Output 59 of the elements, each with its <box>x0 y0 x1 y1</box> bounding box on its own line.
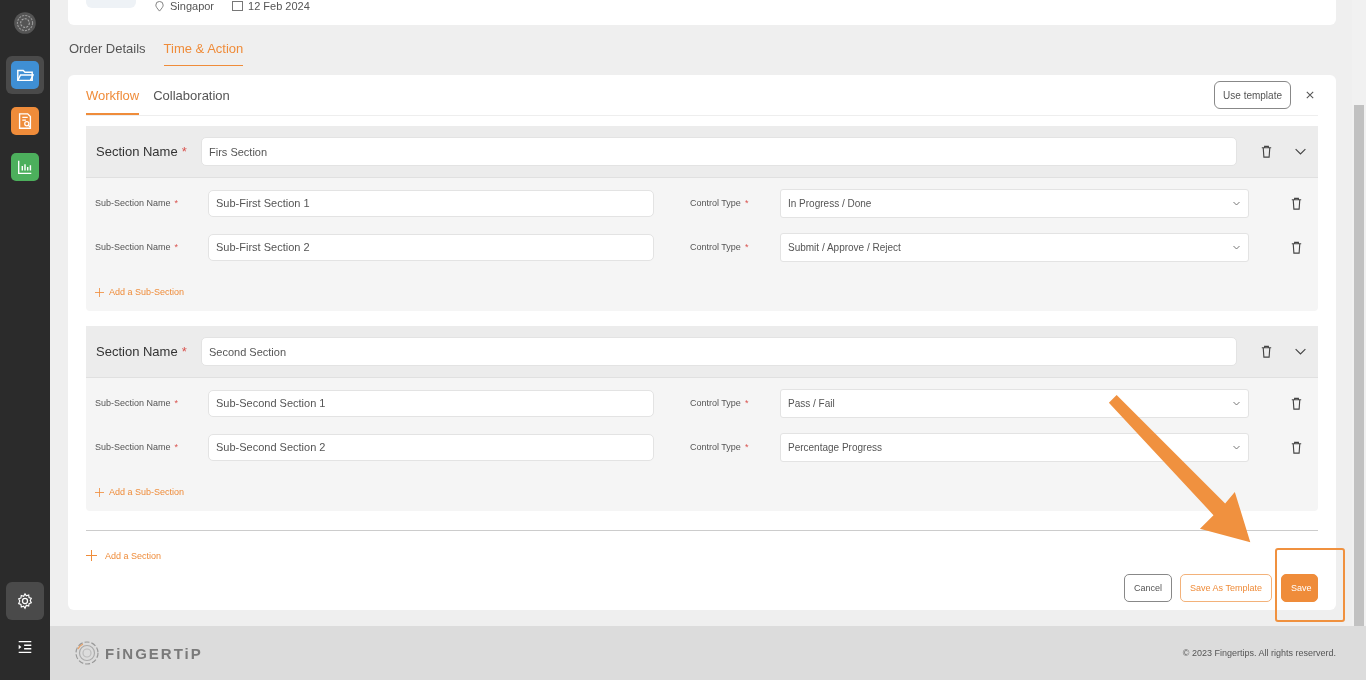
required-mark: * <box>744 398 749 409</box>
control-type-dropdown[interactable]: In Progress / Done <box>780 188 1249 218</box>
sub-section-name-field[interactable]: Sub-First Section 2 <box>208 233 654 261</box>
required-mark: * <box>174 198 179 209</box>
menu-icon <box>16 638 34 656</box>
section-name-field[interactable]: Firs Section <box>201 137 1237 167</box>
required-mark: * <box>174 398 179 409</box>
brand-name: FiNGERTiP <box>105 644 203 662</box>
sidebar-item[interactable] <box>6 56 44 94</box>
trash-icon[interactable] <box>1259 144 1274 160</box>
plus-icon <box>95 487 104 497</box>
control-type-dropdown[interactable]: Pass / Fail <box>780 388 1249 418</box>
settings-icon <box>16 592 34 610</box>
sidebar-item[interactable] <box>6 582 44 620</box>
control-type-dropdown[interactable]: Percentage Progress <box>780 432 1249 462</box>
required-mark: * <box>174 242 179 253</box>
scrollbar-thumb[interactable] <box>1354 105 1364 626</box>
trash-icon[interactable] <box>1289 439 1304 455</box>
sub-section-name-field[interactable]: Sub-First Section 1 <box>208 189 654 217</box>
copyright-text: © 2023 Fingertips. All rights reserverd. <box>1182 648 1336 658</box>
close-icon[interactable] <box>1306 91 1314 100</box>
required-mark: * <box>181 144 187 160</box>
bar-chart-icon <box>16 158 34 176</box>
trash-icon[interactable] <box>1289 395 1304 411</box>
fingerprint-logo-icon <box>75 641 99 665</box>
plus-icon <box>95 287 104 297</box>
section-name-label: Section Name <box>96 344 178 360</box>
control-type-label: Control Type <box>690 198 741 209</box>
control-type-label: Control Type <box>690 398 741 409</box>
document-search-icon <box>16 112 34 130</box>
section-name-label: Section Name <box>96 144 178 160</box>
workflow-tab[interactable]: Collaboration <box>153 88 230 116</box>
control-type-dropdown[interactable]: Submit / Approve / Reject <box>780 232 1249 262</box>
calendar-icon <box>232 1 244 11</box>
fingerprint-logo-icon <box>12 10 38 36</box>
required-mark: * <box>181 344 187 360</box>
control-type-label: Control Type <box>690 242 741 253</box>
location-text: Singapor <box>170 0 215 12</box>
page-tab[interactable]: Order Details <box>69 41 146 65</box>
required-mark: * <box>744 242 749 253</box>
section-name-field[interactable]: Second Section <box>201 337 1237 367</box>
required-mark: * <box>744 442 749 453</box>
date-text: 12 Feb 2024 <box>248 0 310 12</box>
sub-section-name-label: Sub-Section Name <box>95 398 171 409</box>
use-template-button[interactable]: Use template <box>1214 81 1291 110</box>
trash-icon[interactable] <box>1259 344 1274 360</box>
location-pin-icon <box>154 0 165 12</box>
required-mark: * <box>174 442 179 453</box>
trash-icon[interactable] <box>1289 195 1304 211</box>
sub-section-name-label: Sub-Section Name <box>95 442 171 453</box>
sub-section-name-field[interactable]: Sub-Second Section 1 <box>208 389 654 417</box>
cancel-button[interactable]: Cancel <box>1124 574 1172 602</box>
sub-section-name-label: Sub-Section Name <box>95 198 171 209</box>
required-mark: * <box>744 198 749 209</box>
plus-icon <box>86 550 97 562</box>
sub-section-name-field[interactable]: Sub-Second Section 2 <box>208 433 654 461</box>
trash-icon[interactable] <box>1289 239 1304 255</box>
control-type-label: Control Type <box>690 442 741 453</box>
sub-section-name-label: Sub-Section Name <box>95 242 171 253</box>
